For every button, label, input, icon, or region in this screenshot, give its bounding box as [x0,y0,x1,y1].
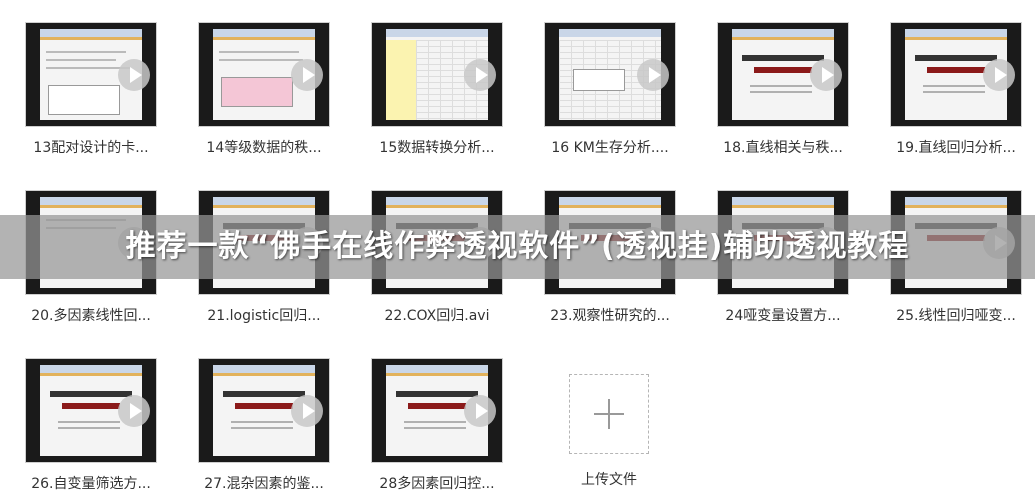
file-name[interactable]: 28多因素回归控... [371,473,503,493]
play-icon[interactable] [810,59,842,91]
plus-icon [608,399,610,429]
file-name[interactable]: 20.多因素线性回... [25,305,157,325]
banner-title: 推荐一款“佛手在线作弊透视软件”(透视挂)辅助透视教程 [125,229,910,264]
overlay-banner: 推荐一款“佛手在线作弊透视软件”(透视挂)辅助透视教程 [0,215,1035,279]
file-tile[interactable]: 13配对设计的卡... [25,22,157,157]
upload-label[interactable]: 上传文件 [543,469,675,489]
file-name[interactable]: 22.COX回归.avi [371,305,503,325]
file-name[interactable]: 15数据转换分析... [371,137,503,157]
video-thumbnail[interactable] [717,22,849,127]
file-tile[interactable]: 14等级数据的秩... [198,22,330,157]
file-name[interactable]: 19.直线回归分析... [890,137,1022,157]
file-name[interactable]: 16 KM生存分析.... [544,137,676,157]
play-icon[interactable] [464,395,496,427]
file-name[interactable]: 26.自变量筛选方... [25,473,157,493]
video-thumbnail[interactable] [25,22,157,127]
file-name[interactable]: 24哑变量设置方... [717,305,849,325]
video-thumbnail[interactable] [890,22,1022,127]
video-thumbnail[interactable] [544,22,676,127]
file-name[interactable]: 23.观察性研究的... [544,305,676,325]
file-tile[interactable]: 18.直线相关与秩... [717,22,849,157]
video-thumbnail[interactable] [25,358,157,463]
file-name[interactable]: 25.线性回归哑变... [890,305,1022,325]
file-tile[interactable]: 28多因素回归控... [371,358,503,493]
file-tile[interactable]: 27.混杂因素的鉴... [198,358,330,493]
play-icon[interactable] [118,395,150,427]
file-tile[interactable]: 26.自变量筛选方... [25,358,157,493]
file-tile[interactable]: 19.直线回归分析... [890,22,1022,157]
video-thumbnail[interactable] [198,22,330,127]
file-tile[interactable]: 16 KM生存分析.... [544,22,676,157]
file-name[interactable]: 21.logistic回归... [198,305,330,325]
video-thumbnail[interactable] [371,22,503,127]
file-name[interactable]: 13配对设计的卡... [25,137,157,157]
play-icon[interactable] [291,59,323,91]
play-icon[interactable] [118,59,150,91]
file-name[interactable]: 18.直线相关与秩... [717,137,849,157]
upload-button[interactable] [569,374,649,454]
play-icon[interactable] [637,59,669,91]
video-thumbnail[interactable] [371,358,503,463]
play-icon[interactable] [983,59,1015,91]
file-tile[interactable]: 15数据转换分析... [371,22,503,157]
video-thumbnail[interactable] [198,358,330,463]
file-name[interactable]: 14等级数据的秩... [198,137,330,157]
play-icon[interactable] [291,395,323,427]
file-name[interactable]: 27.混杂因素的鉴... [198,473,330,493]
play-icon[interactable] [464,59,496,91]
